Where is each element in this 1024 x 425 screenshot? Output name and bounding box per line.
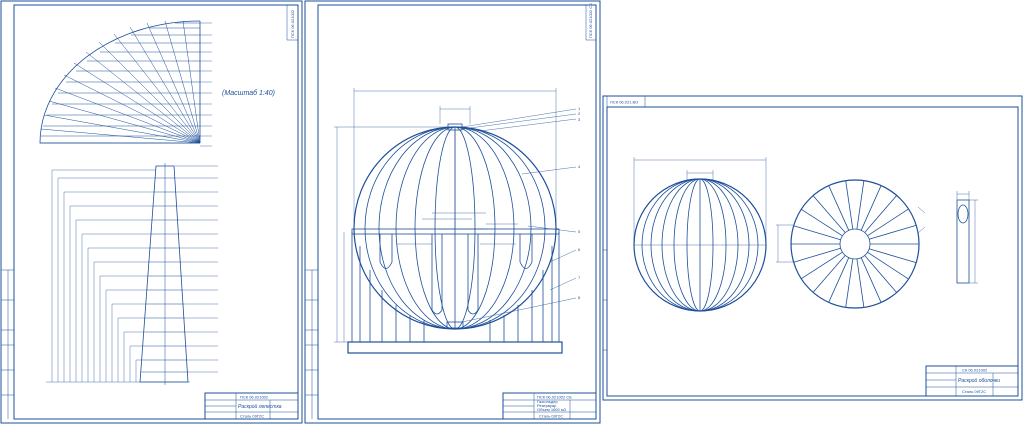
callout-numbers: 1 2 3 4 5 6 7 8 (578, 106, 581, 300)
shell-strip-outline (956, 199, 970, 284)
sheet-1-side-code: ПСК 06.021002 (290, 9, 295, 38)
support-ring (351, 228, 560, 235)
technical-drawing-canvas: ПСК 06.021002 (Масштаб 1:40) ПСК 06.0210… (0, 0, 1023, 424)
callout-5: 5 (578, 229, 581, 234)
shell-top-center-ring (839, 228, 871, 260)
sheet-1-stamp-code: ПСК 06.021002 (240, 395, 269, 400)
sheet-1-inner-frame (13, 4, 299, 420)
shell-top-radials (791, 180, 919, 308)
shell-strip-hole (957, 204, 969, 224)
sheet-1-stamp-title: Раскрой лепестка (238, 403, 282, 410)
sheet-2-title-block: ПСК 06.021002 СБ Газгольдер Резервуар Об… (502, 392, 597, 420)
assembly-dimensions (334, 88, 557, 343)
callout-3: 3 (578, 117, 581, 122)
sheet-2-assembly: ПСК 06.021002 СБ 1 2 3 4 5 6 7 8 ПСК 06.… (304, 0, 601, 424)
sheet-1-outer-frame (0, 0, 303, 424)
callout-2: 2 (578, 111, 581, 116)
sheet-1-stamp-material: Сталь 09Г2С (240, 414, 264, 419)
sheet-2-binding-strip (305, 269, 318, 419)
sheet-3-inner-frame (606, 106, 1019, 397)
callout-4: 4 (578, 164, 581, 169)
petal-strip-outline (139, 165, 189, 383)
sheet-2-stamp-line3: Объем 1600 м3 (537, 407, 567, 412)
sheet-3-stamp-material: Сталь 09Г2С (962, 389, 986, 394)
sheet-3-stamp-code: СК 06.021002 (962, 368, 988, 373)
sheet-3-shell-layout: ПСК 06.021 ВО СК 06.021002 Раскрой оболо… (602, 95, 1023, 401)
sheet-3-binding-strip (603, 249, 607, 351)
petal-strip-height-dimensions (51, 169, 156, 382)
petal-fan-diagram: (Масштаб 1:40) (39, 20, 275, 147)
shell-strip-detail (956, 191, 978, 284)
shell-front-view (633, 157, 767, 312)
sheet-1-title-block: ПСК 06.021002 Раскрой лепестка Сталь 09Г… (204, 392, 299, 420)
sheet-3-title-block: СК 06.021002 Раскрой оболочки Сталь 09Г2… (925, 365, 1019, 397)
sheet-2-side-code: ПСК 06.021002 СБ (588, 3, 593, 38)
sheet-3-outer-frame (602, 95, 1023, 401)
petal-strip-width-dimensions (175, 165, 218, 373)
sheet-3-stamp-title: Раскрой оболочки (958, 377, 1000, 384)
sheet-3-side-code: ПСК 06.021 ВО (610, 100, 638, 105)
sheet-2-outer-frame (304, 0, 601, 424)
callout-7: 7 (578, 275, 581, 280)
sheet-1-binding-strip (1, 269, 14, 419)
sheet-2-stamp-material: Сталь 09Г2С (539, 414, 563, 419)
foundation-slab (347, 341, 563, 354)
petal-strip-diagram (46, 163, 218, 385)
scale-note: (Масштаб 1:40) (222, 89, 275, 97)
sheet-1-petal-layout: ПСК 06.021002 (Масштаб 1:40) ПСК 06.0210… (0, 0, 303, 424)
callout-8: 8 (578, 295, 581, 300)
shell-top-view (776, 179, 926, 309)
inner-annotations (396, 212, 518, 245)
callout-6: 6 (578, 247, 581, 252)
